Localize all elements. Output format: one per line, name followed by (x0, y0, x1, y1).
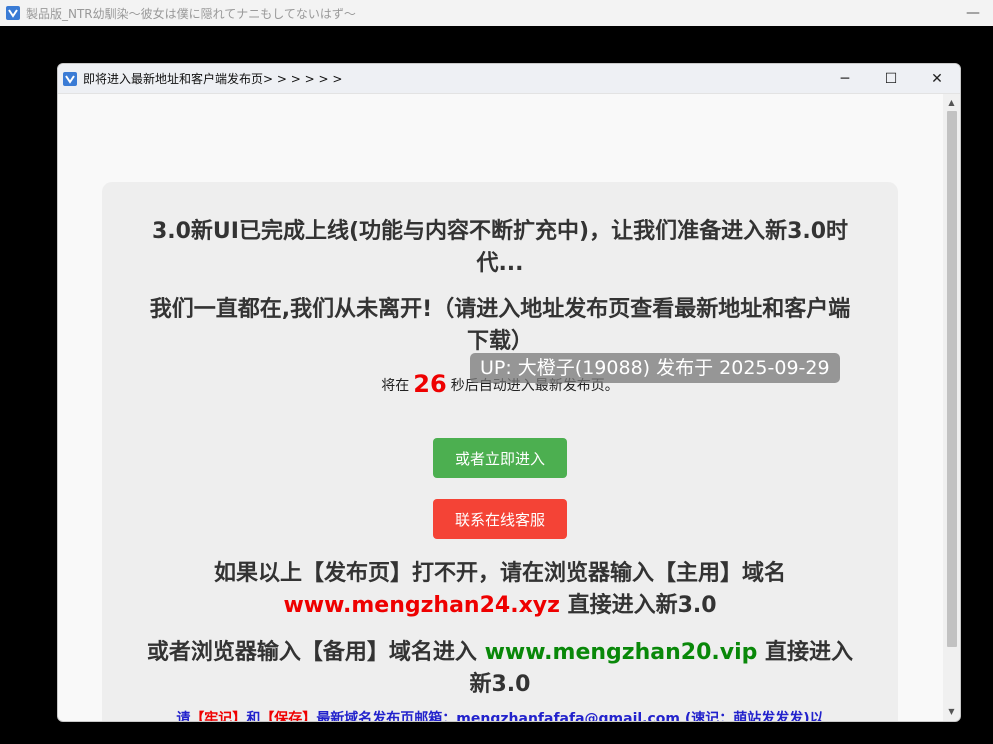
minimize-button[interactable]: ─ (822, 64, 868, 93)
main-domain-link[interactable]: www.mengzhan24.xyz (283, 593, 559, 618)
dialog-titlebar: 即将进入最新地址和客户端发布页> > > > > > ─ ☐ ✕ (58, 64, 960, 94)
email-notice: 请【牢记】和【保存】最新域名发布页邮箱：mengzhanfafafa@gmail… (102, 708, 898, 721)
notice-card: 3.0新UI已完成上线(功能与内容不断扩充中)，让我们准备进入新3.0时代...… (102, 182, 898, 721)
main-domain-block: 如果以上【发布页】打不开，请在浏览器输入【主用】域名 www.mengzhan2… (142, 558, 858, 622)
dialog-content: 3.0新UI已完成上线(功能与内容不断扩充中)，让我们准备进入新3.0时代...… (58, 94, 942, 721)
backup-domain-link[interactable]: www.mengzhan20.vip (485, 640, 758, 665)
email-notice-part: 和 (246, 711, 261, 721)
remember-tag: 【牢记】 (190, 711, 247, 721)
save-tag: 【保存】 (260, 711, 317, 721)
uploader-overlay-tag: UP: 大橙子(19088) 发布于 2025-09-29 (470, 353, 840, 383)
dialog-window: 即将进入最新地址和客户端发布页> > > > > > ─ ☐ ✕ 3.0新UI已… (57, 63, 961, 722)
email-notice-address: 最新域名发布页邮箱：mengzhanfafafa@gmail.com (速记：萌… (316, 711, 824, 721)
main-domain-suffix: 直接进入新3.0 (567, 593, 717, 618)
backup-domain-block: 或者浏览器输入【备用】域名进入 www.mengzhan20.vip 直接进入新… (142, 637, 858, 701)
app-icon (63, 71, 77, 86)
headline-always-here: 我们一直都在,我们从未离开!（请进入地址发布页查看最新地址和客户端下载） (149, 297, 851, 354)
outer-window-titlebar: 製品版_NTR幼馴染～彼女は僕に隠れてナニもしてないはず～ — (0, 0, 993, 26)
enter-now-button[interactable]: 或者立即进入 (433, 438, 567, 478)
app-icon (6, 6, 20, 20)
outer-minimize-button[interactable]: — (953, 5, 993, 21)
maximize-button[interactable]: ☐ (868, 64, 914, 93)
scrollbar-thumb[interactable] (947, 111, 957, 647)
scroll-down-arrow-icon[interactable]: ▼ (943, 705, 960, 719)
online-support-button[interactable]: 联系在线客服 (433, 499, 567, 539)
backup-domain-text: 或者浏览器输入【备用】域名进入 (146, 640, 477, 665)
countdown-prefix: 将在 (381, 378, 410, 394)
countdown-number: 26 (413, 370, 447, 398)
vertical-scrollbar[interactable]: ▲ ▼ (943, 94, 960, 721)
dialog-title: 即将进入最新地址和客户端发布页> > > > > > (83, 72, 343, 86)
headline-new-ui: 3.0新UI已完成上线(功能与内容不断扩充中)，让我们准备进入新3.0时代... (151, 219, 849, 276)
close-button[interactable]: ✕ (914, 64, 960, 93)
main-domain-text: 如果以上【发布页】打不开，请在浏览器输入【主用】域名 (213, 561, 786, 586)
scroll-up-arrow-icon[interactable]: ▲ (943, 96, 960, 110)
email-notice-part: 请 (176, 711, 191, 721)
outer-window-title: 製品版_NTR幼馴染～彼女は僕に隠れてナニもしてないはず～ (26, 6, 356, 21)
